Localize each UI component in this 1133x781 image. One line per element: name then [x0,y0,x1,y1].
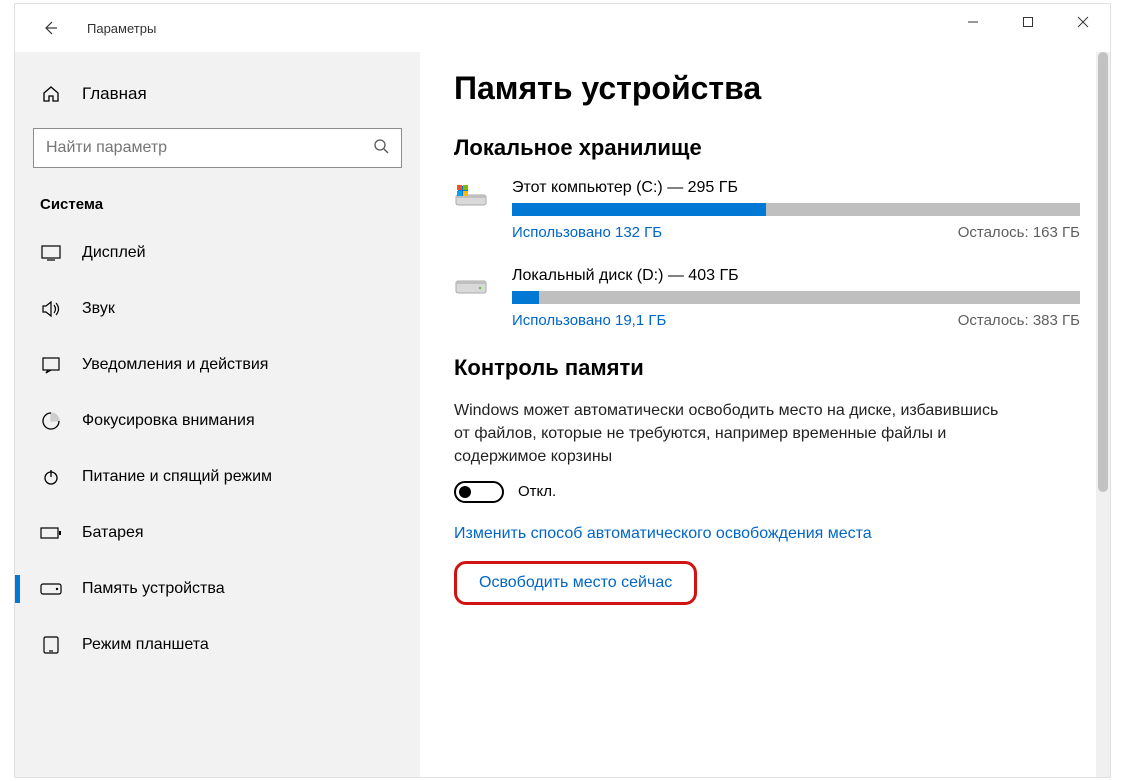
sidebar-item-sound[interactable]: Звук [15,281,420,337]
sidebar-item-label: Звук [82,300,115,318]
tablet-icon [40,636,62,654]
back-button[interactable] [37,15,63,41]
sidebar-item-label: Дисплей [82,244,146,262]
sidebar-home[interactable]: Главная [15,72,420,116]
home-icon [40,85,62,103]
sidebar-item-battery[interactable]: Батарея [15,505,420,561]
sidebar-item-storage[interactable]: Память устройства [15,561,420,617]
close-button[interactable] [1055,4,1110,40]
sidebar-item-label: Фокусировка внимания [82,412,255,430]
sidebar-item-focus[interactable]: Фокусировка внимания [15,393,420,449]
sidebar-home-label: Главная [82,84,147,104]
drive-d-title: Локальный диск (D:) — 403 ГБ [512,267,1080,285]
sidebar-section-label: Система [15,168,420,223]
drive-d-bar [512,291,1080,304]
power-icon [40,468,62,486]
sidebar-item-tablet[interactable]: Режим планшета [15,617,420,673]
storage-sense-toggle[interactable] [454,481,504,503]
sidebar: Главная Система Дисплей Звук [15,52,420,777]
search-input[interactable] [46,139,373,157]
scrollbar-thumb[interactable] [1098,52,1108,492]
scrollbar[interactable] [1096,52,1110,777]
display-icon [40,245,62,261]
section-local-storage: Локальное хранилище [454,135,1080,161]
storage-sense-toggle-label: Откл. [518,483,556,500]
notifications-icon [40,356,62,374]
window-title: Параметры [87,21,156,36]
battery-icon [40,526,62,540]
section-storage-sense: Контроль памяти [454,355,1080,381]
search-icon [373,138,389,158]
link-change-auto-free[interactable]: Изменить способ автоматического освобожд… [454,525,872,543]
sidebar-item-power[interactable]: Питание и спящий режим [15,449,420,505]
drive-row-c[interactable]: Этот компьютер (C:) — 295 ГБ Использован… [454,179,1080,241]
sidebar-item-display[interactable]: Дисплей [15,225,420,281]
highlighted-action: Освободить место сейчас [454,561,697,605]
search-input-wrap[interactable] [33,128,402,168]
drive-d-icon [454,267,490,329]
drive-c-used: Использовано 132 ГБ [512,224,662,241]
drive-c-free: Осталось: 163 ГБ [958,224,1080,241]
drive-d-used: Использовано 19,1 ГБ [512,312,666,329]
sidebar-item-label: Батарея [82,524,144,542]
sidebar-item-label: Питание и спящий режим [82,468,272,486]
sidebar-item-notifications[interactable]: Уведомления и действия [15,337,420,393]
page-title: Память устройства [454,70,1080,107]
sound-icon [40,300,62,318]
minimize-button[interactable] [945,4,1000,40]
drive-row-d[interactable]: Локальный диск (D:) — 403 ГБ Использован… [454,267,1080,329]
drive-c-icon [454,179,490,241]
main-content: Память устройства Локальное хранилище [420,52,1110,777]
link-free-up-now[interactable]: Освободить место сейчас [479,574,672,592]
drive-d-free: Осталось: 383 ГБ [958,312,1080,329]
sidebar-item-label: Уведомления и действия [82,356,268,374]
maximize-button[interactable] [1000,4,1055,40]
storage-sense-description: Windows может автоматически освободить м… [454,399,1014,469]
focus-icon [40,412,62,430]
drive-c-bar [512,203,1080,216]
storage-icon [40,583,62,595]
sidebar-item-label: Память устройства [82,580,225,598]
drive-c-title: Этот компьютер (C:) — 295 ГБ [512,179,1080,197]
sidebar-item-label: Режим планшета [82,636,209,654]
